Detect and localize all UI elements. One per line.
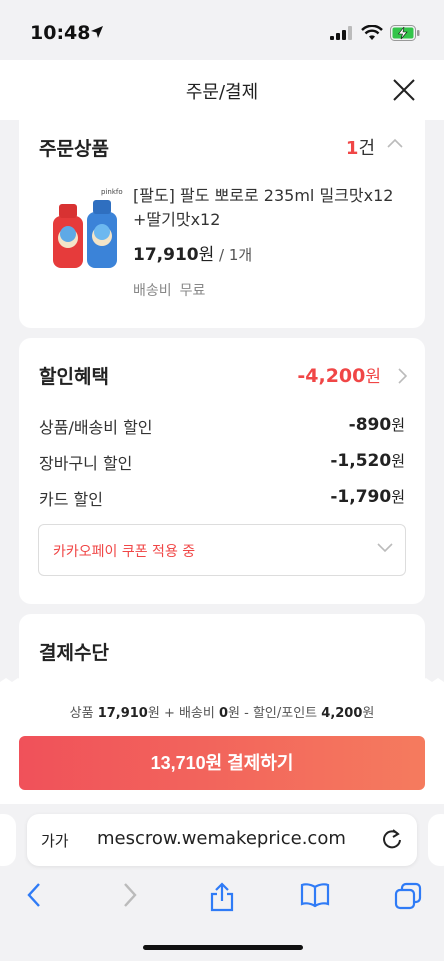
product-name[interactable]: [팔도] 팔도 뽀로로 235ml 밀크맛x12 +딸기맛x12 — [133, 184, 413, 232]
discount-row-value: -1,790원 — [330, 487, 405, 507]
order-count-number: 1 — [345, 138, 359, 159]
forward-icon[interactable] — [122, 882, 138, 908]
page-title: 주문/결제 — [185, 82, 259, 103]
browser-toolbar — [0, 878, 444, 918]
status-bar: 10:48 — [0, 0, 444, 64]
previous-tab-peek[interactable] — [0, 814, 16, 866]
order-count-unit: 건 — [358, 138, 375, 159]
discount-title: 할인혜택 — [39, 366, 109, 388]
product-price: 17,910원 / 1개 — [133, 240, 252, 265]
wifi-icon — [361, 25, 383, 40]
shipping-value: 무료 — [179, 283, 206, 299]
chevron-down-icon — [377, 543, 393, 553]
address-bar[interactable]: 가가 mescrow.wemakeprice.com — [27, 814, 417, 866]
order-products-card: 주문상품 1건 pinkfong [팔도] 팔도 뽀로로 235ml 밀크맛x1… — [19, 108, 425, 328]
coupon-select-value: 카카오페이 쿠폰 적용 중 — [53, 544, 196, 560]
next-tab-peek[interactable] — [428, 814, 444, 866]
bookmarks-icon[interactable] — [300, 882, 330, 908]
discount-row: 상품/배송비 할인 -890원 — [39, 414, 405, 440]
location-arrow-icon — [91, 26, 103, 38]
product-thumbnail[interactable]: pinkfong — [49, 186, 123, 272]
discount-total-value: -4,200 — [297, 365, 366, 387]
url-text[interactable]: mescrow.wemakeprice.com — [97, 828, 346, 849]
close-icon[interactable] — [392, 78, 416, 102]
product-price-won: 원 — [198, 245, 215, 265]
discount-total[interactable]: -4,200원 — [297, 362, 381, 387]
order-products-title: 주문상품 — [39, 138, 109, 160]
discount-card: 할인혜택 -4,200원 상품/배송비 할인 -890원 장바구니 할인 -1,… — [19, 338, 425, 604]
payment-summary-sheet: 상품 17,910원 + 배송비 0원 - 할인/포인트 4,200원 13,7… — [0, 678, 444, 804]
discount-row-value: -1,520원 — [330, 451, 405, 471]
browser-bottom-bar: 가가 mescrow.wemakeprice.com — [0, 804, 444, 961]
payment-summary-text: 상품 17,910원 + 배송비 0원 - 할인/포인트 4,200원 — [69, 706, 375, 721]
chevron-right-icon[interactable] — [397, 368, 407, 384]
chevron-up-icon[interactable] — [387, 138, 403, 148]
home-indicator — [143, 945, 303, 950]
product-price-value: 17,910 — [133, 245, 199, 265]
order-count[interactable]: 1건 — [346, 134, 375, 160]
coupon-select[interactable]: 카카오페이 쿠폰 적용 중 — [38, 524, 406, 576]
discount-row-label: 장바구니 할인 — [39, 454, 133, 473]
svg-text:pinkfong: pinkfong — [101, 188, 123, 196]
back-icon[interactable] — [26, 882, 42, 908]
pay-button[interactable]: 13,710원 결제하기 — [19, 736, 425, 790]
payment-method-title: 결제수단 — [39, 642, 109, 664]
product-quantity: / 1개 — [214, 246, 253, 264]
discount-row: 장바구니 할인 -1,520원 — [39, 450, 405, 476]
shipping-info: 배송비 무료 — [133, 280, 205, 300]
tabs-icon[interactable] — [394, 882, 422, 910]
discount-row-value: -890원 — [348, 415, 405, 435]
cellular-signal-icon — [330, 26, 352, 40]
discount-total-unit: 원 — [365, 367, 381, 387]
zigzag-edge — [0, 678, 444, 686]
share-icon[interactable] — [209, 882, 235, 912]
discount-row: 카드 할인 -1,790원 — [39, 486, 405, 512]
status-time: 10:48 — [30, 22, 91, 44]
discount-row-label: 카드 할인 — [39, 490, 103, 509]
battery-charging-icon — [390, 25, 420, 41]
reload-icon[interactable] — [381, 828, 403, 850]
discount-row-label: 상품/배송비 할인 — [39, 418, 153, 437]
text-size-button[interactable]: 가가 — [41, 830, 69, 851]
shipping-label: 배송비 — [133, 283, 172, 299]
